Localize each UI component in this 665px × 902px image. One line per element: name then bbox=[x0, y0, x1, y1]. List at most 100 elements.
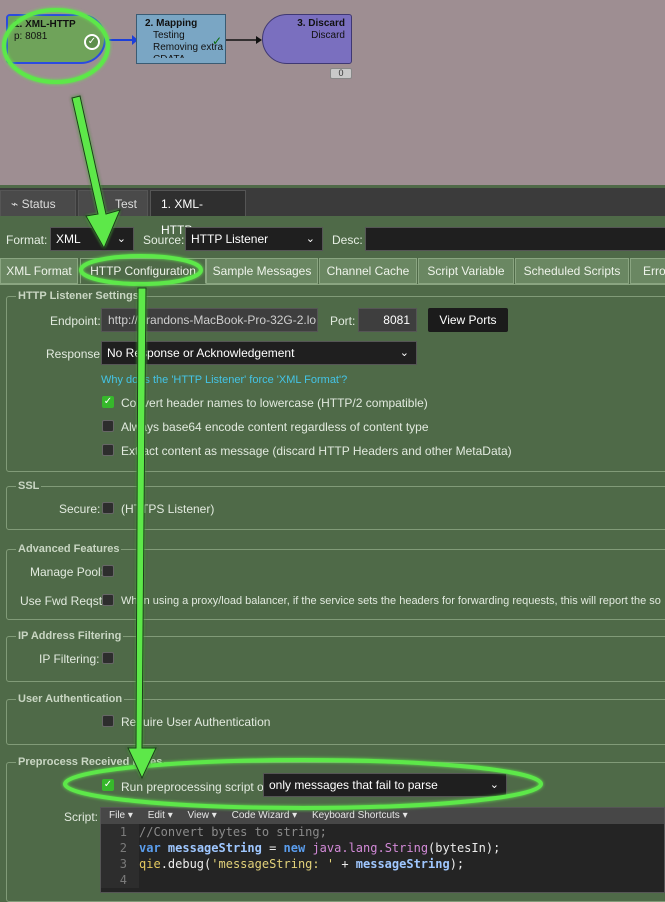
run-preprocess-checkbox[interactable]: ✓ bbox=[102, 779, 114, 791]
code-wizard-menu[interactable]: Code Wizard ▾ bbox=[232, 810, 298, 821]
node-title: 3. Discard bbox=[297, 18, 345, 29]
source-select[interactable]: HTTP Listener ⌄ bbox=[185, 227, 323, 251]
ip-filtering-checkbox[interactable] bbox=[102, 652, 114, 664]
subtab-errors[interactable]: Erro bbox=[630, 258, 665, 284]
secure-text: (HTTPS Listener) bbox=[121, 502, 215, 516]
subtab-channel-cache[interactable]: Channel Cache bbox=[319, 258, 417, 284]
view-menu[interactable]: View ▾ bbox=[188, 810, 217, 821]
chevron-down-icon: ⌄ bbox=[305, 233, 315, 245]
chevron-down-icon: ⌄ bbox=[489, 779, 499, 791]
fwd-request-text: When using a proxy/load balancer, if the… bbox=[121, 595, 661, 607]
desc-input[interactable] bbox=[365, 227, 665, 251]
code-line[interactable]: 4 bbox=[101, 872, 664, 888]
port-label: Port: bbox=[330, 314, 356, 328]
flow-canvas[interactable]: 1. XML-HTTP p: 8081 ✓ 2. Mapping Testing… bbox=[0, 0, 665, 185]
group-title: User Authentication bbox=[16, 693, 125, 705]
editor-toolbar: File ▾ Edit ▾ View ▾ Code Wizard ▾ Keybo… bbox=[101, 808, 664, 824]
node-desc-3: CDATA bbox=[145, 54, 217, 58]
config-subtabs: XML Format HTTP Configuration Sample Mes… bbox=[0, 258, 665, 284]
code-text: ); bbox=[449, 857, 465, 871]
node-xml-http[interactable]: 1. XML-HTTP p: 8081 ✓ bbox=[6, 14, 106, 64]
tab-status[interactable]: ⌁ Status bbox=[0, 190, 76, 216]
subtab-xml-format[interactable]: XML Format bbox=[0, 258, 78, 284]
code-operator: = bbox=[261, 841, 284, 855]
manage-pool-checkbox[interactable] bbox=[102, 565, 114, 577]
code-line[interactable]: 1//Convert bytes to string; bbox=[101, 824, 664, 840]
preprocess-mode-select[interactable]: only messages that fail to parse ⌄ bbox=[263, 773, 507, 797]
line-number: 3 bbox=[101, 856, 139, 872]
ip-filtering-label: IP Filtering: bbox=[39, 652, 100, 666]
subtab-script-variable[interactable]: Script Variable bbox=[418, 258, 514, 284]
lowercase-headers-label: Convert header names to lowercase (HTTP/… bbox=[121, 396, 428, 410]
view-ports-button[interactable]: View Ports bbox=[428, 308, 508, 332]
format-row: Format: XML ⌄ Source: HTTP Listener ⌄ De… bbox=[0, 222, 665, 258]
response-select[interactable]: No Response or Acknowledgement ⌄ bbox=[101, 341, 417, 365]
code-text: (bytesIn); bbox=[428, 841, 501, 855]
secure-checkbox[interactable] bbox=[102, 502, 114, 514]
subtab-sample-messages[interactable]: Sample Messages bbox=[206, 258, 318, 284]
manage-pool-label: Manage Pool: bbox=[30, 565, 105, 579]
code-keyword: var bbox=[139, 841, 161, 855]
code-comment: //Convert bytes to string; bbox=[139, 825, 327, 839]
require-auth-label: Require User Authentication bbox=[121, 715, 271, 729]
node-desc-1: Testing bbox=[153, 30, 185, 41]
port-field[interactable]: 8081 bbox=[358, 308, 417, 332]
line-number: 1 bbox=[101, 824, 139, 840]
source-label: Source: bbox=[143, 233, 185, 247]
advanced-features-group bbox=[6, 549, 665, 620]
connector-arrow bbox=[106, 35, 138, 45]
check-icon: ✓ bbox=[84, 34, 100, 50]
main-tab-bar: ⌁ Status Test 1. XML-HTTP× bbox=[0, 188, 665, 237]
fwd-request-checkbox[interactable] bbox=[102, 594, 114, 606]
extract-content-checkbox[interactable] bbox=[102, 444, 114, 456]
run-preprocess-label: Run preprocessing script on bbox=[121, 780, 271, 794]
group-title: Preprocess Received Bytes bbox=[16, 756, 165, 768]
node-discard[interactable]: 3. Discard Discard bbox=[262, 14, 352, 64]
base64-checkbox[interactable] bbox=[102, 420, 114, 432]
tab-label: Status bbox=[21, 197, 56, 211]
edit-menu[interactable]: Edit ▾ bbox=[148, 810, 173, 821]
lowercase-headers-checkbox[interactable]: ✓ bbox=[102, 396, 114, 408]
pulse-icon: ⌁ bbox=[11, 197, 19, 211]
code-string: 'messageString: ' bbox=[211, 857, 335, 871]
line-number: 2 bbox=[101, 840, 139, 856]
message-count-badge: 0 bbox=[330, 68, 352, 79]
line-number: 4 bbox=[101, 872, 139, 888]
code-function: .debug( bbox=[160, 857, 212, 871]
response-label: Response: bbox=[46, 347, 104, 361]
group-title: SSL bbox=[16, 480, 42, 492]
file-menu[interactable]: File ▾ bbox=[109, 810, 133, 821]
keyboard-shortcuts-menu[interactable]: Keyboard Shortcuts ▾ bbox=[312, 810, 408, 821]
fwd-request-label: Use Fwd Reqst: bbox=[20, 594, 106, 608]
response-value: No Response or Acknowledgement bbox=[107, 346, 295, 360]
code-object: qie bbox=[139, 857, 161, 871]
format-label: Format: bbox=[6, 233, 48, 247]
extract-content-label: Extract content as message (discard HTTP… bbox=[121, 444, 512, 458]
format-select[interactable]: XML ⌄ bbox=[50, 227, 134, 251]
code-type: java.lang.String bbox=[312, 841, 429, 855]
code-line[interactable]: 3 qie.debug('messageString: ' + messageSt… bbox=[101, 856, 664, 872]
subtab-http-configuration[interactable]: HTTP Configuration bbox=[80, 258, 206, 284]
node-desc: Discard bbox=[311, 30, 345, 41]
script-editor[interactable]: File ▾ Edit ▾ View ▾ Code Wizard ▾ Keybo… bbox=[100, 807, 665, 893]
secure-label: Secure: bbox=[59, 502, 101, 516]
tab-xml-http[interactable]: 1. XML-HTTP× bbox=[150, 190, 246, 237]
code-variable: messageString bbox=[167, 841, 262, 855]
code-line[interactable]: 2 var messageString = new java.lang.Strin… bbox=[101, 840, 664, 856]
group-title: HTTP Listener Settings bbox=[16, 290, 141, 302]
chevron-down-icon: ⌄ bbox=[399, 347, 409, 359]
tab-test[interactable]: Test bbox=[78, 190, 148, 216]
script-label: Script: bbox=[64, 810, 99, 824]
node-desc-2: Removing extra bbox=[153, 42, 224, 53]
node-title: 2. Mapping bbox=[145, 18, 198, 29]
why-xml-format-link[interactable]: Why does the 'HTTP Listener' force 'XML … bbox=[101, 374, 347, 386]
format-value: XML bbox=[56, 232, 81, 246]
endpoint-field[interactable]: http://Brandons-MacBook-Pro-32G-2.lo bbox=[101, 308, 318, 332]
source-value: HTTP Listener bbox=[191, 232, 269, 246]
code-keyword: new bbox=[283, 841, 306, 855]
require-auth-checkbox[interactable] bbox=[102, 715, 114, 727]
endpoint-label: Endpoint: bbox=[50, 314, 101, 328]
code-variable: messageString bbox=[355, 857, 450, 871]
subtab-scheduled-scripts[interactable]: Scheduled Scripts bbox=[515, 258, 629, 284]
code-operator: + bbox=[334, 857, 356, 871]
